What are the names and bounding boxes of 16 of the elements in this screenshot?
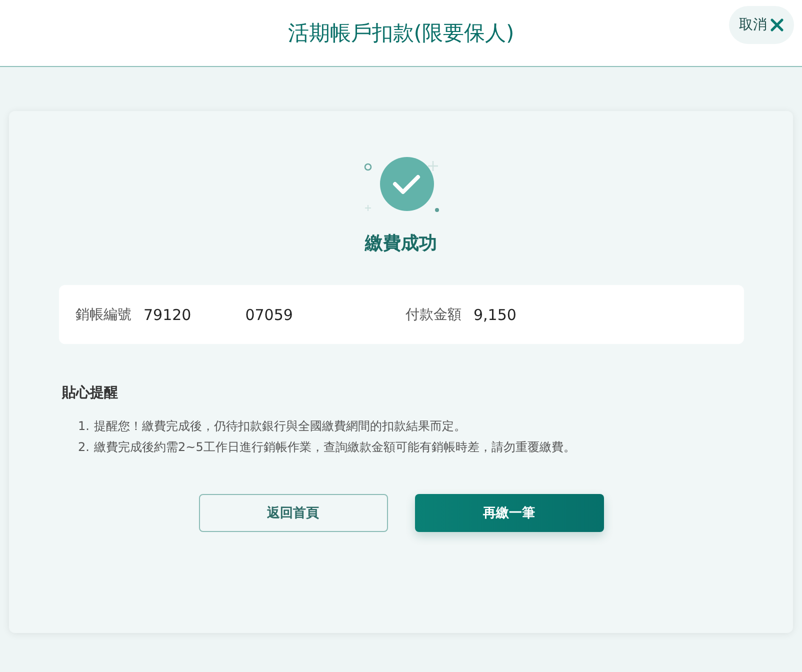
field-value: 9,150 (474, 306, 516, 324)
page-title: 活期帳戶扣款(限要保人) (288, 20, 514, 47)
field-label: 銷帳編號 (76, 306, 132, 324)
close-icon (770, 18, 784, 32)
field-value: 79120 (144, 306, 192, 324)
field-label: 付款金額 (406, 306, 462, 324)
list-number: 1. (78, 418, 90, 435)
note-item: 提醒您！繳費完成後，仍待扣款銀行與全國繳費網間的扣款結果而定。 (94, 419, 466, 433)
cancel-button[interactable]: 取消 (729, 6, 794, 44)
status-message: 繳費成功 (365, 232, 437, 255)
list-number: 2. (78, 439, 90, 456)
note-item: 繳費完成後約需2~5工作日進行銷帳作業，查詢繳款金額可能有銷帳時差，請勿重覆繳費。 (94, 440, 576, 454)
field-value: 07059 (245, 306, 293, 324)
pay-again-button[interactable]: 再繳一筆 (414, 494, 604, 532)
home-button[interactable]: 返回首頁 (198, 494, 388, 532)
notes-title: 貼心提醒 (62, 384, 119, 402)
